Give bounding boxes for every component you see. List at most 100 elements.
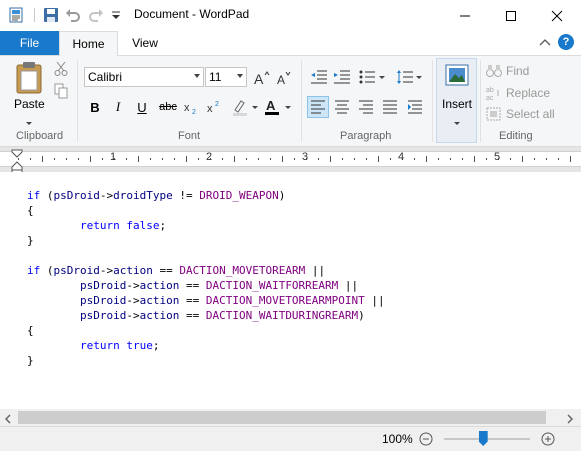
- shrink-font-icon[interactable]: A: [275, 69, 293, 87]
- code-token: if: [27, 189, 41, 202]
- ruler-tick: [438, 158, 439, 160]
- code-token: psDroid: [53, 189, 100, 202]
- ruler-tick: [222, 158, 223, 160]
- code-line: return false;: [27, 218, 166, 233]
- ruler-tick: [318, 158, 319, 160]
- code-token: droidType: [113, 189, 173, 202]
- ruler-tick: [366, 158, 367, 160]
- ruler-tick: [342, 158, 343, 160]
- grow-font-icon[interactable]: A: [253, 69, 271, 87]
- clipboard-group-label: Clipboard: [16, 130, 64, 142]
- replace-icon: abac: [486, 87, 499, 100]
- replace-button[interactable]: ab ac Replace: [486, 84, 550, 102]
- replace-label: Replace: [506, 86, 551, 100]
- ruler-number: 5: [493, 151, 501, 163]
- paragraph-settings-icon[interactable]: [405, 97, 425, 117]
- ruler-tick: [102, 158, 103, 160]
- code-token: DACTION_MOVETOREARM: [179, 264, 306, 277]
- code-line: psDroid->action == DACTION_WAITDURINGREA…: [27, 308, 365, 323]
- code-line: }: [27, 233, 34, 248]
- cut-icon[interactable]: [53, 61, 69, 77]
- code-token: {: [27, 324, 34, 337]
- ruler-tick: [354, 158, 355, 160]
- tab-home[interactable]: Home: [59, 31, 118, 56]
- decrease-indent-icon[interactable]: [309, 68, 329, 86]
- svg-text:ac: ac: [486, 95, 494, 100]
- code-token: action: [113, 264, 153, 277]
- ruler-tick: [234, 156, 235, 162]
- font-family-select[interactable]: Calibri: [84, 67, 204, 87]
- code-token: ==: [179, 279, 206, 292]
- ruler-tick: [546, 158, 547, 160]
- zoom-out-icon[interactable]: [419, 432, 433, 446]
- underline-button[interactable]: U: [132, 97, 152, 117]
- align-center-icon[interactable]: [332, 97, 352, 117]
- code-token: ||: [338, 279, 359, 292]
- zoom-in-icon[interactable]: [541, 432, 555, 446]
- select-all-icon: [486, 107, 501, 121]
- paste-label[interactable]: Paste: [14, 97, 45, 111]
- subscript-icon[interactable]: x2: [182, 97, 202, 117]
- ruler-tick: [510, 158, 511, 160]
- help-icon[interactable]: ?: [558, 34, 574, 50]
- svg-text:x: x: [207, 103, 213, 114]
- save-icon[interactable]: [43, 7, 59, 23]
- strikethrough-button[interactable]: abc: [156, 97, 180, 117]
- ruler-number: 1: [109, 151, 117, 163]
- redo-icon[interactable]: [88, 7, 104, 23]
- find-button[interactable]: Find: [486, 62, 529, 80]
- code-token: ->: [99, 189, 114, 202]
- minimize-ribbon-icon[interactable]: [538, 36, 552, 50]
- code-token: DROID_WEAPON: [199, 189, 279, 202]
- ruler-number: 2: [205, 151, 213, 163]
- code-token: action: [139, 279, 180, 292]
- increase-indent-icon[interactable]: [332, 68, 352, 86]
- scroll-right-icon[interactable]: [566, 413, 576, 424]
- font-group-label: Font: [178, 130, 201, 142]
- code-token: ==: [179, 309, 206, 322]
- tab-view[interactable]: View: [118, 31, 172, 55]
- align-left-icon[interactable]: [307, 96, 329, 118]
- ruler-tick: [186, 156, 187, 162]
- ruler-tick: [294, 158, 295, 160]
- highlight-color-icon[interactable]: [230, 97, 260, 117]
- indent-marker-icon[interactable]: [10, 149, 24, 174]
- svg-text:2: 2: [192, 109, 196, 114]
- ruler-tick: [126, 158, 127, 160]
- svg-text:ab: ab: [486, 87, 494, 94]
- font-size-select[interactable]: 11: [205, 67, 247, 87]
- scroll-left-icon[interactable]: [4, 413, 14, 424]
- code-token: (: [40, 189, 54, 202]
- minimize-button[interactable]: [442, 0, 488, 31]
- italic-button[interactable]: I: [108, 97, 128, 117]
- paste-icon[interactable]: [13, 60, 47, 96]
- bullet-list-icon[interactable]: [358, 68, 388, 86]
- undo-icon[interactable]: [65, 7, 81, 23]
- bold-button[interactable]: B: [85, 97, 105, 117]
- code-token: DACTION_WAITDURINGREARM: [205, 309, 359, 322]
- ruler-tick: [414, 158, 415, 160]
- select-all-button[interactable]: Select all: [486, 105, 555, 123]
- tab-file[interactable]: File: [0, 31, 59, 55]
- wordpad-app-icon[interactable]: [8, 7, 24, 23]
- justify-icon[interactable]: [380, 97, 400, 117]
- find-label: Find: [506, 64, 530, 78]
- ruler-tick: [42, 156, 43, 162]
- superscript-icon[interactable]: x2: [205, 97, 225, 117]
- text-color-icon[interactable]: A: [263, 97, 293, 117]
- copy-icon[interactable]: [53, 83, 69, 99]
- ruler-tick: [174, 158, 175, 160]
- close-button[interactable]: [534, 0, 580, 31]
- align-right-icon[interactable]: [356, 97, 376, 117]
- code-token: ||: [364, 294, 385, 307]
- ruler-tick: [390, 158, 391, 160]
- line-spacing-icon[interactable]: [395, 68, 425, 86]
- maximize-button[interactable]: [488, 0, 534, 31]
- customize-quick-access-icon[interactable]: [108, 7, 124, 23]
- paste-dropdown-arrow-icon[interactable]: [26, 114, 32, 128]
- code-token: ): [278, 189, 286, 202]
- scrollbar-thumb[interactable]: [18, 411, 546, 424]
